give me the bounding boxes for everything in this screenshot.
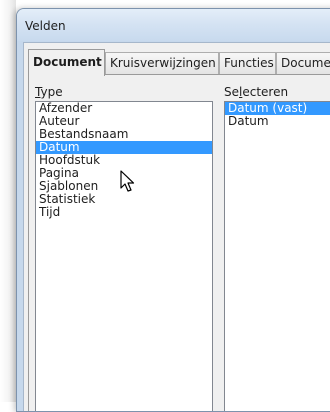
select-list-item[interactable]: Datum — [225, 115, 330, 128]
desktop-shadow — [0, 0, 16, 402]
window-title: Velden — [25, 19, 66, 33]
type-label-suffix: ype — [40, 85, 63, 99]
arrow-cursor-icon — [120, 170, 135, 192]
type-list-item[interactable]: Tijd — [36, 206, 212, 219]
tab-functions[interactable]: Functies — [219, 52, 276, 74]
select-label: Selecteren — [224, 85, 288, 99]
select-label-prefix: Se — [224, 85, 239, 99]
title-bar[interactable]: Velden — [17, 9, 330, 41]
type-label: Type — [35, 85, 63, 99]
select-label-suffix: ecteren — [242, 85, 289, 99]
dialog-client-area: Document Kruisverwijzingen Functies Docu… — [23, 42, 330, 411]
select-listbox[interactable]: Datum (vast) Datum — [224, 101, 330, 411]
type-listbox[interactable]: Afzender Auteur Bestandsnaam Datum Hoofdstuk… — [35, 101, 213, 411]
fields-dialog: Velden Document Kruisverwijzingen Functi… — [16, 8, 330, 412]
tab-document-info[interactable]: Docume — [276, 52, 330, 74]
tab-panel: Type Afzender Auteur Bestandsnaam Datum Hoof… — [28, 74, 330, 411]
type-list-item[interactable]: Statistiek — [36, 193, 212, 206]
tab-document[interactable]: Document — [28, 49, 105, 76]
tab-cross-references[interactable]: Kruisverwijzingen — [105, 52, 219, 74]
